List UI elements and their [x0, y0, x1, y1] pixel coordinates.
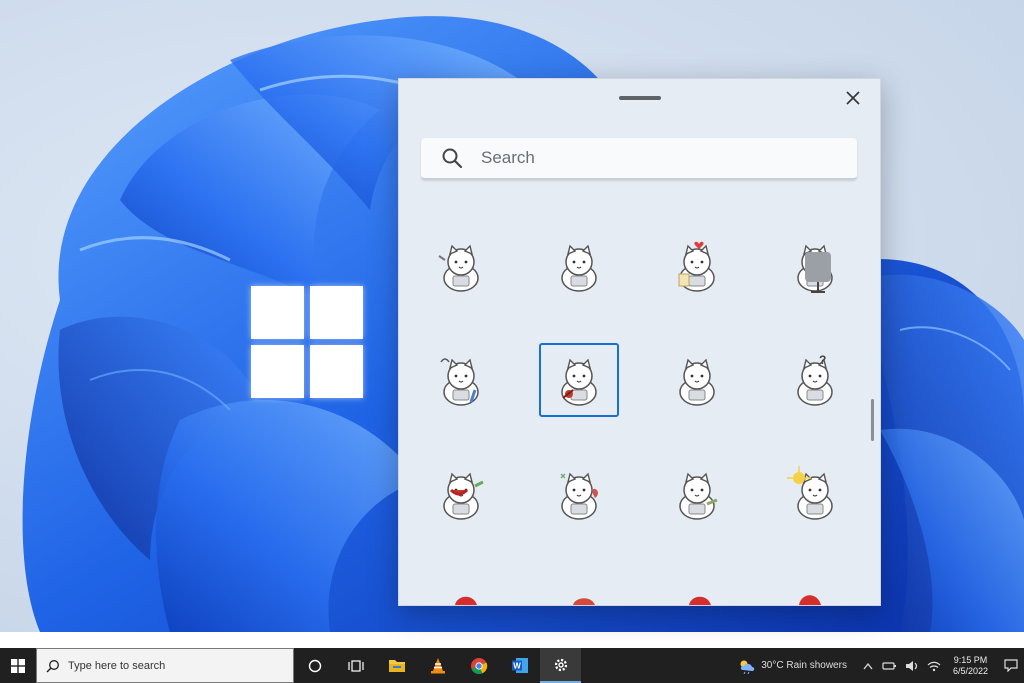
cat-sticker-icon: [787, 466, 833, 520]
task-view-icon: [347, 659, 364, 672]
close-icon: [846, 91, 860, 105]
cat-sticker-icon: [561, 244, 597, 292]
folder-icon: [388, 660, 405, 672]
word-icon: W: [511, 658, 528, 673]
cortana-circle-icon: [308, 659, 321, 672]
chrome-icon: [470, 657, 487, 674]
cat-sticker-sunbathing[interactable]: [775, 457, 855, 531]
drag-handle[interactable]: [619, 96, 661, 100]
cat-sticker-music[interactable]: [421, 343, 501, 417]
vlc-cone-icon: [430, 658, 445, 674]
network-button[interactable]: [882, 658, 898, 674]
cat-sticker-sitting[interactable]: [539, 229, 619, 303]
show-hidden-icons-button[interactable]: [860, 658, 876, 674]
clock-time: 9:15 PM: [953, 654, 988, 665]
cat-sticker-icon: [678, 241, 715, 292]
vlc-button[interactable]: [417, 648, 458, 683]
sticker-search-box[interactable]: [421, 138, 857, 180]
sticker-picker-panel: ?: [398, 78, 881, 606]
sticker-search-input[interactable]: [479, 147, 813, 169]
sticker-peek: [573, 598, 595, 605]
word-button[interactable]: W: [499, 648, 540, 683]
cat-sticker-icon: [440, 358, 479, 406]
wifi-button[interactable]: [926, 658, 942, 674]
panel-scrollbar[interactable]: [871, 399, 874, 441]
start-button[interactable]: [0, 648, 36, 683]
settings-button[interactable]: [540, 648, 581, 683]
sticker-peek: [799, 595, 821, 605]
cat-sticker-lying-down[interactable]: [421, 229, 501, 303]
cat-sticker-icon: [679, 358, 715, 406]
cat-sticker-icon: [561, 358, 597, 406]
cat-sticker-dragging[interactable]: [539, 343, 619, 417]
clock-date: 6/5/2022: [952, 665, 988, 676]
taskbar-search-placeholder: Type here to search: [68, 659, 166, 672]
task-view-button[interactable]: [335, 648, 376, 683]
cat-sticker-heart[interactable]: [657, 229, 737, 303]
weather-rain-icon[interactable]: [737, 658, 757, 674]
search-icon: [46, 659, 59, 672]
search-icon: [442, 148, 463, 169]
notification-center-button[interactable]: [998, 648, 1024, 683]
gear-icon: [554, 658, 567, 671]
taskbar: Type here to search W 30°C Rain showers …: [0, 648, 1024, 683]
sticker-peek: [689, 596, 711, 605]
windows-logo: [251, 286, 363, 398]
weather-text[interactable]: 30°C Rain showers: [761, 660, 847, 671]
chrome-button[interactable]: [458, 648, 499, 683]
volume-button[interactable]: [904, 658, 920, 674]
svg-text:W: W: [513, 662, 521, 671]
system-tray: 30°C Rain showers 9:15 PM 6/5/2022: [737, 648, 1024, 683]
cat-sticker-front[interactable]: [657, 343, 737, 417]
cat-sticker-icon: [679, 472, 718, 520]
cat-sticker-icon: [560, 472, 598, 520]
windows-start-icon: [11, 658, 25, 673]
file-explorer-button[interactable]: [376, 648, 417, 683]
cat-sticker-waving[interactable]: [657, 457, 737, 531]
svg-text:?: ?: [819, 353, 826, 367]
cat-sticker-question[interactable]: ?: [775, 343, 855, 417]
taskbar-clock[interactable]: 9:15 PM 6/5/2022: [953, 655, 988, 677]
close-button[interactable]: [842, 87, 864, 109]
cat-sticker-icon: [443, 472, 484, 520]
cortana-button[interactable]: [294, 648, 335, 683]
cat-sticker-icon: [797, 244, 833, 293]
cat-sticker-sleeping[interactable]: [539, 457, 619, 531]
sticker-peek: [455, 596, 477, 605]
speaker-icon: [905, 660, 918, 671]
cat-sticker-icon: [438, 244, 479, 292]
taskbar-search-box[interactable]: Type here to search: [36, 648, 294, 683]
wifi-icon: [927, 661, 941, 671]
cat-sticker-icon: ?: [797, 353, 833, 406]
network-icon: [882, 661, 896, 670]
cat-sticker-chair[interactable]: [775, 229, 855, 303]
notification-icon: [1004, 659, 1018, 672]
chevron-up-icon: [863, 662, 873, 669]
cat-sticker-shouting[interactable]: [421, 457, 501, 531]
